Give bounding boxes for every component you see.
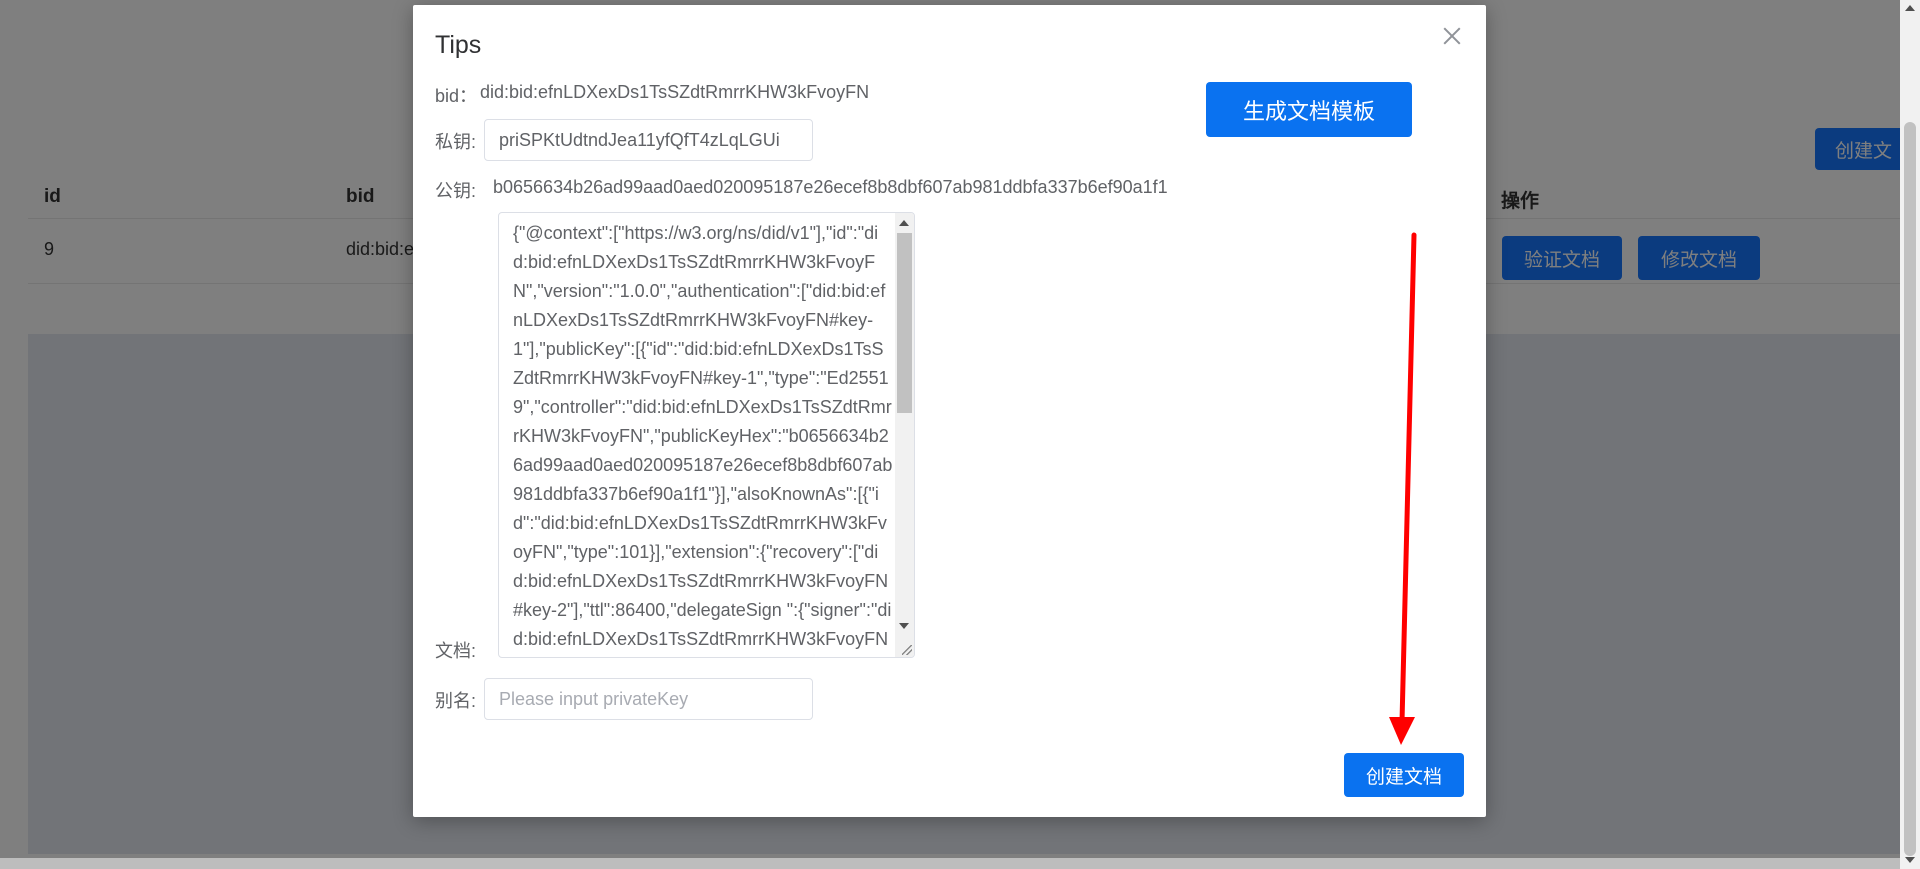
alias-input[interactable] <box>484 678 813 720</box>
public-key-label: 公钥: <box>435 181 477 201</box>
scroll-up-arrow-icon[interactable] <box>1905 5 1915 11</box>
textarea-scroll-up-icon[interactable] <box>899 220 909 226</box>
resize-grip-icon[interactable] <box>902 645 912 655</box>
tips-dialog: Tips bid： did:bid:efnLDXexDs1TsSZdtRmrrK… <box>413 5 1486 817</box>
horizontal-scrollbar[interactable] <box>0 858 1900 869</box>
scrollbar-thumb[interactable] <box>1904 122 1916 856</box>
dialog-title: Tips <box>435 31 482 59</box>
public-key-value: b0656634b26ad99aad0aed020095187e26ecef8b… <box>493 177 1168 197</box>
scroll-down-arrow-icon[interactable] <box>1905 857 1915 863</box>
document-textarea[interactable]: {"@context":["https://w3.org/ns/did/v1"]… <box>498 212 915 658</box>
alias-label: 别名: <box>435 691 477 711</box>
private-key-input[interactable] <box>484 119 813 161</box>
close-icon[interactable] <box>1441 25 1463 47</box>
textarea-scroll-thumb[interactable] <box>897 233 912 413</box>
private-key-label: 私钥: <box>435 132 477 152</box>
create-document-button[interactable]: 创建文档 <box>1344 753 1464 797</box>
document-text[interactable]: {"@context":["https://w3.org/ns/did/v1"]… <box>499 213 893 657</box>
document-label: 文档: <box>435 641 477 661</box>
generate-template-button[interactable]: 生成文档模板 <box>1206 82 1412 137</box>
textarea-scroll-down-icon[interactable] <box>899 623 909 629</box>
textarea-scrollbar[interactable] <box>895 213 914 657</box>
bid-label: bid： <box>435 86 478 106</box>
page-scrollbar[interactable] <box>1900 0 1920 869</box>
bid-value: did:bid:efnLDXexDs1TsSZdtRmrrKHW3kFvoyFN <box>480 82 870 102</box>
